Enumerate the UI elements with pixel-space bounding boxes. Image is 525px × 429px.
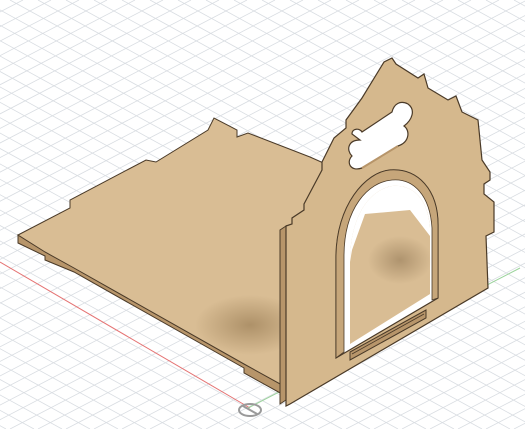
model-scene[interactable] — [0, 0, 525, 429]
3d-viewport[interactable] — [0, 0, 525, 429]
